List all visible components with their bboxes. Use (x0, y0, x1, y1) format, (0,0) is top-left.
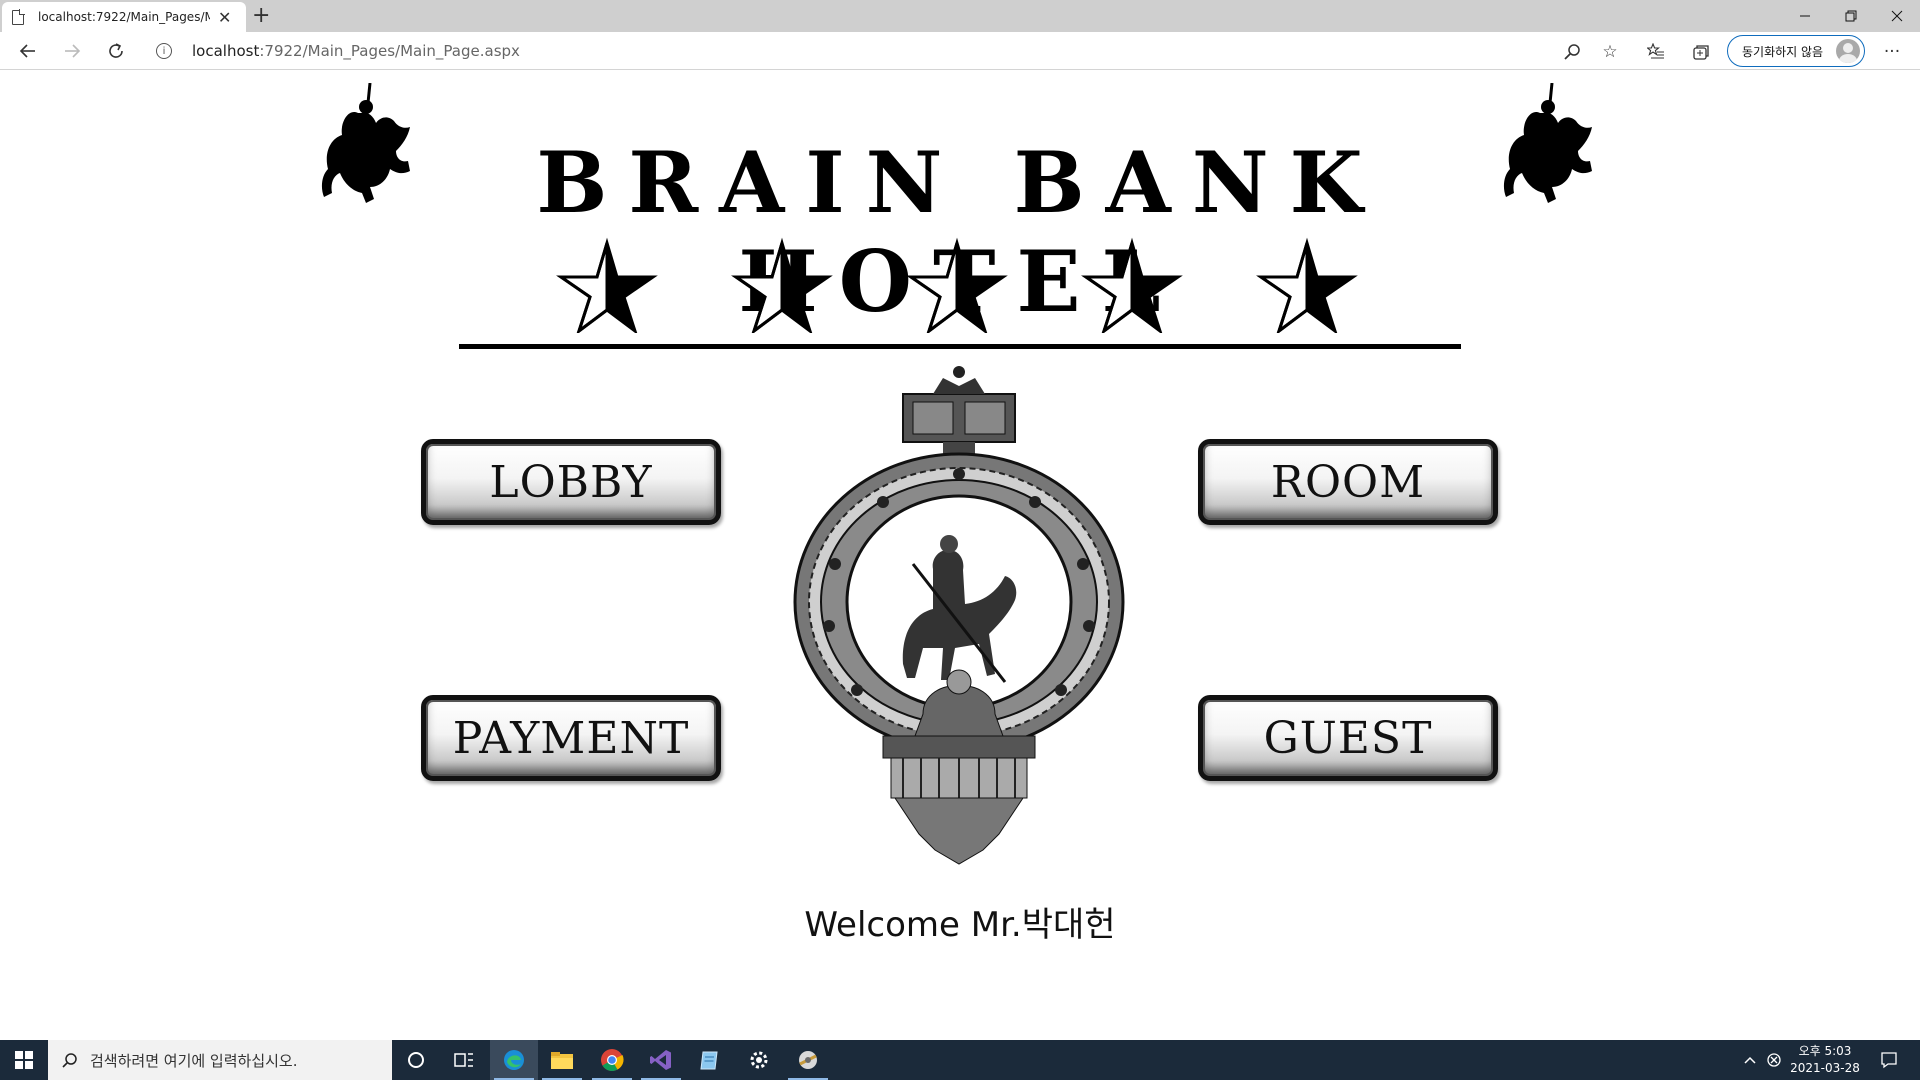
forward-icon (65, 44, 81, 58)
notification-center-icon[interactable] (1880, 1040, 1898, 1080)
zoom-icon[interactable] (1560, 40, 1584, 64)
tab-title: localhost:7922/Main_Pages/Main_Page.aspx (38, 10, 210, 24)
guest-button-label: GUEST (1263, 712, 1433, 764)
star-icon (559, 241, 655, 333)
close-icon (1891, 10, 1903, 22)
url-text[interactable]: localhost:7922/Main_Pages/Main_Page.aspx (192, 42, 520, 60)
browser-tab[interactable]: localhost:7922/Main_Pages/Main_Page.aspx… (2, 2, 246, 32)
search-placeholder: 검색하려면 여기에 입력하십시오. (90, 1051, 298, 1070)
room-button[interactable]: ROOM (1198, 439, 1498, 525)
file-explorer-icon[interactable] (538, 1040, 586, 1080)
back-icon (19, 44, 35, 58)
windows-taskbar: 검색하려면 여기에 입력하십시오. 오후 5:03 2021-03-28 (0, 1040, 1920, 1080)
header-divider (459, 344, 1461, 349)
restore-window-button[interactable] (1828, 0, 1874, 32)
app-icon[interactable] (784, 1040, 832, 1080)
browser-tab-strip: localhost:7922/Main_Pages/Main_Page.aspx… (0, 0, 1920, 32)
refresh-icon (109, 43, 123, 58)
visual-studio-icon[interactable] (637, 1040, 685, 1080)
url-path: :7922/Main_Pages/Main_Page.aspx (259, 42, 520, 60)
clock-time: 오후 5:03 (1798, 1044, 1852, 1058)
more-icon[interactable]: ··· (1880, 40, 1904, 64)
rating-stars (559, 241, 1355, 333)
address-bar[interactable]: i localhost:7922/Main_Pages/Main_Page.as… (148, 36, 1648, 66)
url-host: localhost (192, 42, 260, 60)
hotel-main-page: BRAIN BANK HOTEL LOBBY ROOM PAYMENT GUES… (0, 71, 1920, 1040)
windows-logo-icon (15, 1051, 33, 1069)
star-icon (909, 241, 1005, 333)
crown-icon (902, 366, 1016, 456)
taskbar-search-input[interactable]: 검색하려면 여기에 입력하십시오. (48, 1040, 392, 1080)
new-tab-button[interactable]: + (252, 3, 270, 28)
collections-icon[interactable] (1689, 40, 1713, 64)
sync-label: 동기화하지 않음 (1742, 44, 1824, 59)
lobby-button[interactable]: LOBBY (421, 439, 721, 525)
star-icon (1259, 241, 1355, 333)
lobby-button-label: LOBBY (489, 456, 653, 508)
cortana-icon[interactable] (392, 1040, 440, 1080)
chrome-icon[interactable] (588, 1040, 636, 1080)
back-button[interactable] (14, 38, 42, 64)
browser-toolbar: i localhost:7922/Main_Pages/Main_Page.as… (0, 32, 1920, 70)
taskbar-clock[interactable]: 오후 5:03 2021-03-28 (1785, 1043, 1865, 1077)
star-icon (1084, 241, 1180, 333)
welcome-message: Welcome Mr.박대헌 (804, 905, 1116, 945)
close-tab-icon[interactable]: ✕ (218, 8, 231, 27)
knight-crest-emblem (793, 366, 1125, 865)
edge-icon[interactable] (490, 1040, 538, 1080)
restore-icon (1845, 10, 1857, 22)
room-button-label: ROOM (1270, 456, 1426, 508)
network-error-icon[interactable] (1767, 1040, 1781, 1080)
show-hidden-icons-icon[interactable] (1743, 1040, 1757, 1080)
sync-profile-button[interactable]: 동기화하지 않음 (1727, 35, 1865, 67)
settings-icon[interactable] (735, 1040, 783, 1080)
guest-button[interactable]: GUEST (1198, 695, 1498, 781)
avatar (1836, 39, 1860, 63)
refresh-button[interactable] (102, 38, 130, 64)
info-icon[interactable]: i (156, 43, 172, 59)
close-window-button[interactable] (1874, 0, 1920, 32)
task-view-icon[interactable] (440, 1040, 488, 1080)
notepad-icon[interactable] (686, 1040, 734, 1080)
left-knight-icon (321, 83, 410, 203)
favorites-icon[interactable] (1644, 40, 1668, 64)
minimize-window-button[interactable] (1782, 0, 1828, 32)
star-icon (734, 241, 830, 333)
favorite-star-icon[interactable]: ☆ (1598, 40, 1622, 64)
payment-button-label: PAYMENT (452, 712, 690, 764)
page-icon (12, 8, 25, 25)
start-button[interactable] (0, 1040, 48, 1080)
forward-button[interactable] (58, 38, 86, 64)
minimize-icon (1800, 15, 1810, 17)
right-knight-icon (1503, 83, 1592, 203)
search-icon (62, 1053, 77, 1068)
clock-date: 2021-03-28 (1790, 1061, 1860, 1075)
payment-button[interactable]: PAYMENT (421, 695, 721, 781)
